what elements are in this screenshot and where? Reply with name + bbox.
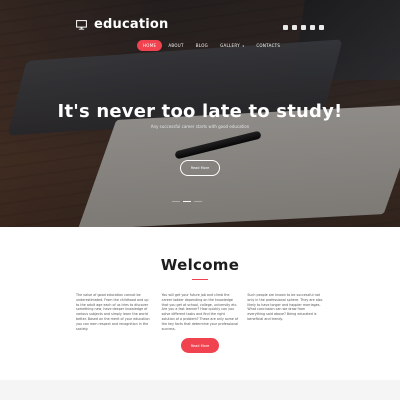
slider-dot-active[interactable] xyxy=(183,201,191,202)
brand-logo-link[interactable]: education xyxy=(76,17,169,32)
slider-dot[interactable] xyxy=(194,201,202,202)
welcome-column-3: Such people are known to be successful n… xyxy=(247,293,323,321)
welcome-columns: The value of good education cannot be un… xyxy=(76,293,324,331)
google-plus-icon[interactable] xyxy=(292,25,297,30)
welcome-divider xyxy=(192,279,208,280)
hero-section: education HOME ABOUT BLOG GALLERY ▾ CONT… xyxy=(0,0,400,227)
hero-title: It's never too late to study! xyxy=(57,101,343,122)
welcome-column-1: The value of good education cannot be un… xyxy=(76,293,150,331)
slider-dot[interactable] xyxy=(172,201,180,202)
main-nav: HOME ABOUT BLOG GALLERY ▾ CONTACTS xyxy=(137,40,286,51)
slider-pagination xyxy=(172,201,202,202)
welcome-read-more-button[interactable]: Read More xyxy=(181,338,219,353)
nav-item-contacts[interactable]: CONTACTS xyxy=(250,40,286,51)
nav-item-home[interactable]: HOME xyxy=(137,40,163,51)
vimeo-icon[interactable] xyxy=(319,25,324,30)
chevron-down-icon: ▾ xyxy=(242,44,245,48)
facebook-icon[interactable] xyxy=(283,25,288,30)
monitor-icon xyxy=(76,19,87,30)
instagram-icon[interactable] xyxy=(301,25,306,30)
welcome-column-2: You will get your future job and climb t… xyxy=(161,293,239,331)
next-section-band xyxy=(0,380,400,400)
twitter-icon[interactable] xyxy=(310,25,315,30)
hero-read-more-button[interactable]: Read More xyxy=(180,160,220,176)
nav-item-blog[interactable]: BLOG xyxy=(190,40,214,51)
social-links xyxy=(283,25,324,30)
welcome-title: Welcome xyxy=(160,256,240,274)
brand-name: education xyxy=(94,17,169,32)
nav-item-about[interactable]: ABOUT xyxy=(162,40,189,51)
nav-item-gallery-label: GALLERY xyxy=(220,43,240,48)
hero-subtitle: Any successful career starts with good e… xyxy=(150,124,250,129)
nav-item-gallery[interactable]: GALLERY ▾ xyxy=(214,40,250,51)
